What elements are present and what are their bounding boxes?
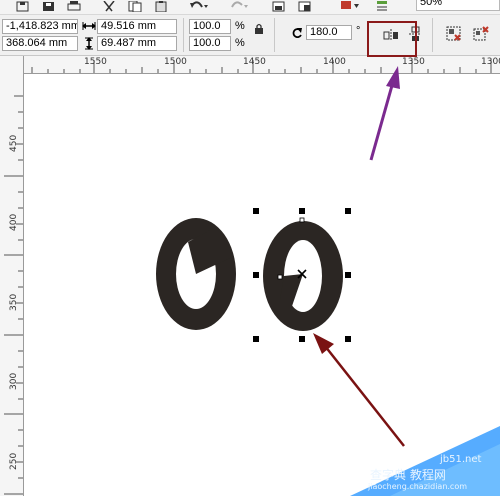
watermark-line-2: jiaocheng.chazidian.com bbox=[368, 482, 468, 491]
canvas-overlay bbox=[156, 66, 405, 447]
watermark-line-1: 查字典 教程网 bbox=[370, 468, 446, 482]
node-handle[interactable] bbox=[277, 274, 283, 280]
purple-annotation-arrow bbox=[369, 66, 400, 161]
left-ring-shape[interactable] bbox=[156, 218, 236, 330]
mirror-buttons-highlight bbox=[367, 21, 417, 57]
node-handle[interactable] bbox=[299, 217, 305, 223]
watermark-line-3: jb51.net bbox=[440, 454, 482, 465]
